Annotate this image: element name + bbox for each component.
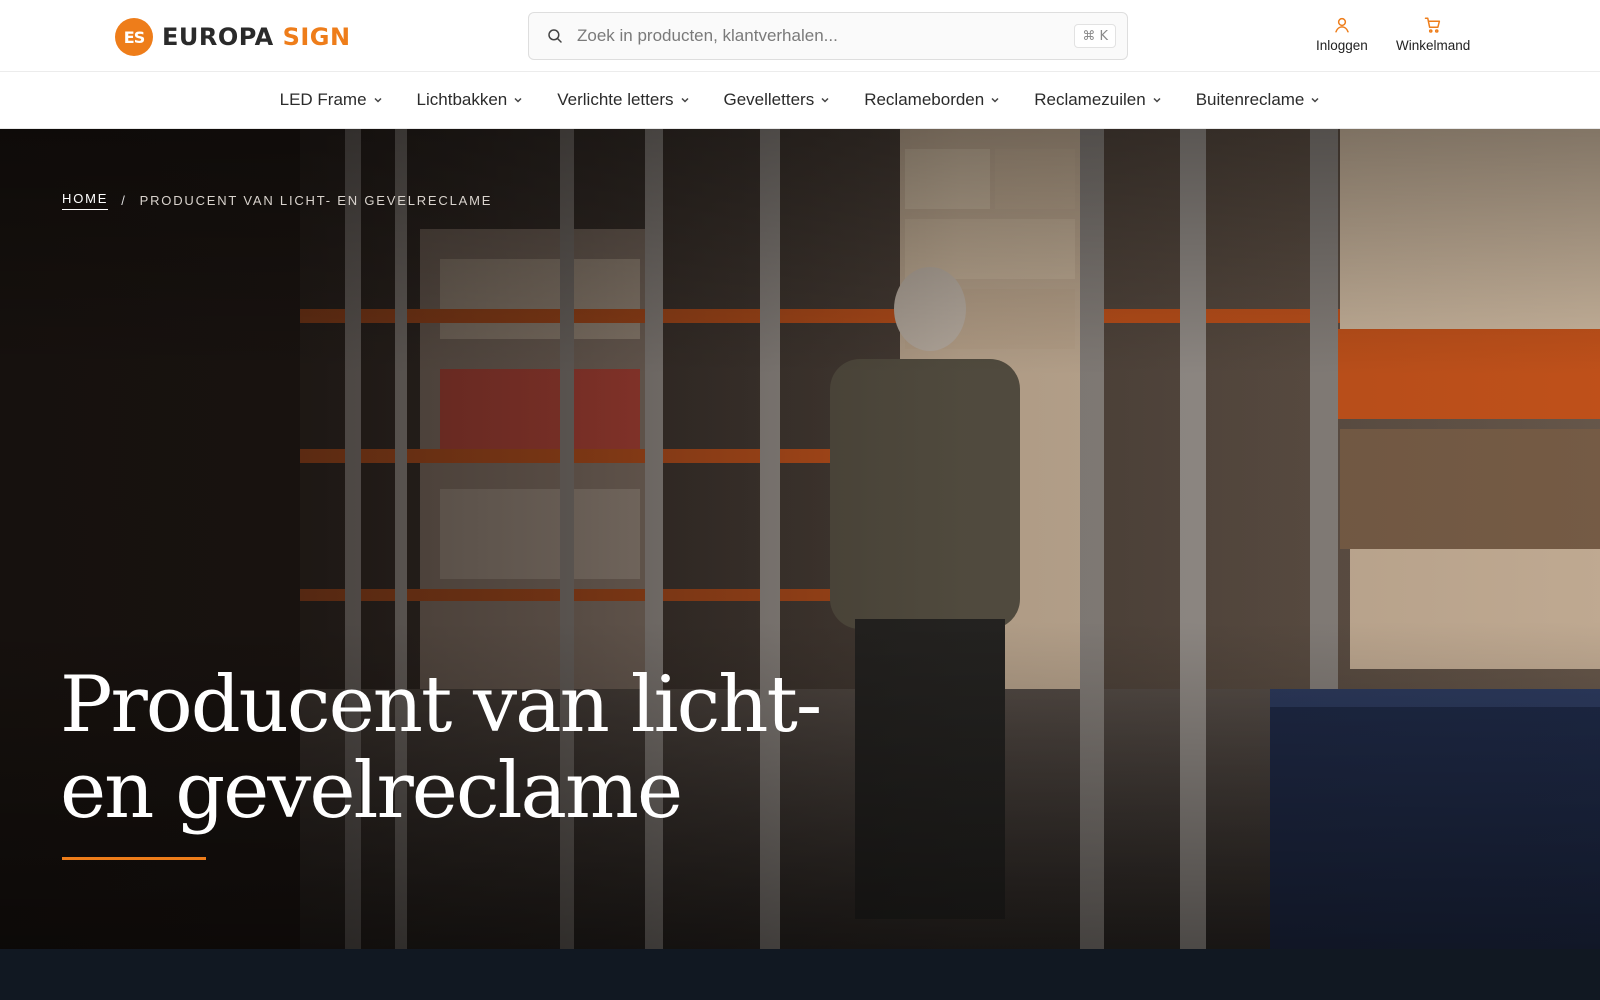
hero-section: HOME / PRODUCENT VAN LICHT- EN GEVELRECL…: [0, 129, 1600, 949]
breadcrumb-separator: /: [121, 193, 127, 208]
chevron-down-icon: [1153, 97, 1161, 103]
nav-item-lichtbakken[interactable]: Lichtbakken: [417, 90, 524, 110]
breadcrumb-home-link[interactable]: HOME: [62, 191, 109, 210]
nav-item-label: LED Frame: [279, 90, 367, 109]
nav-item-label: Gevelletters: [723, 90, 815, 109]
logo-mark-icon: ES: [115, 18, 153, 56]
title-underline-accent: [62, 857, 206, 860]
nav-item-label: Buitenreclame: [1195, 90, 1305, 109]
nav-item-label: Reclameborden: [864, 90, 985, 109]
nav-item-buitenreclame[interactable]: Buitenreclame: [1196, 90, 1321, 110]
brand-name-part2: SIGN: [282, 23, 351, 51]
cart-button[interactable]: Winkelmand: [1396, 16, 1470, 53]
page-title: Producent van licht- en gevelreclame: [60, 662, 880, 834]
site-header: ES EUROPA SIGN ⌘ K Inloggen Winkelmand: [0, 0, 1600, 72]
nav-item-verlichte-letters[interactable]: Verlichte letters: [557, 90, 689, 110]
page-title-line2: en gevelreclame: [60, 746, 683, 836]
nav-item-label: Verlichte letters: [557, 90, 674, 109]
main-nav: LED Frame Lichtbakken Verlichte letters …: [0, 72, 1600, 129]
chevron-down-icon: [1311, 97, 1319, 103]
search-shortcut-hint: ⌘ K: [1074, 24, 1116, 48]
chevron-down-icon: [680, 97, 689, 103]
search-input[interactable]: [577, 26, 1075, 46]
brand-name: EUROPA SIGN: [162, 23, 351, 51]
cart-label: Winkelmand: [1396, 38, 1471, 53]
page-title-line1: Producent van licht-: [60, 660, 822, 750]
nav-item-reclameborden[interactable]: Reclameborden: [864, 90, 1000, 110]
dark-section-start: [0, 949, 1600, 1000]
breadcrumb-current: PRODUCENT VAN LICHT- EN GEVELRECLAME: [139, 193, 493, 208]
chevron-down-icon: [991, 97, 999, 103]
chevron-down-icon: [374, 97, 382, 103]
login-label: Inloggen: [1316, 38, 1368, 53]
search-icon: [548, 29, 562, 43]
chevron-down-icon: [514, 97, 522, 103]
cart-icon: [1424, 17, 1441, 33]
chevron-down-icon: [821, 97, 829, 103]
user-icon: [1335, 17, 1349, 33]
search-bar[interactable]: ⌘ K: [528, 12, 1128, 60]
breadcrumb: HOME / PRODUCENT VAN LICHT- EN GEVELRECL…: [62, 191, 492, 210]
nav-item-led-frame[interactable]: LED Frame: [280, 90, 383, 110]
nav-item-label: Lichtbakken: [416, 90, 508, 109]
nav-item-gevelletters[interactable]: Gevelletters: [724, 90, 831, 110]
nav-item-reclamezuilen[interactable]: Reclamezuilen: [1034, 90, 1162, 110]
nav-item-label: Reclamezuilen: [1034, 90, 1146, 109]
brand-logo[interactable]: ES EUROPA SIGN: [115, 18, 351, 56]
brand-name-part1: EUROPA: [162, 23, 274, 51]
login-button[interactable]: Inloggen: [1316, 16, 1368, 53]
